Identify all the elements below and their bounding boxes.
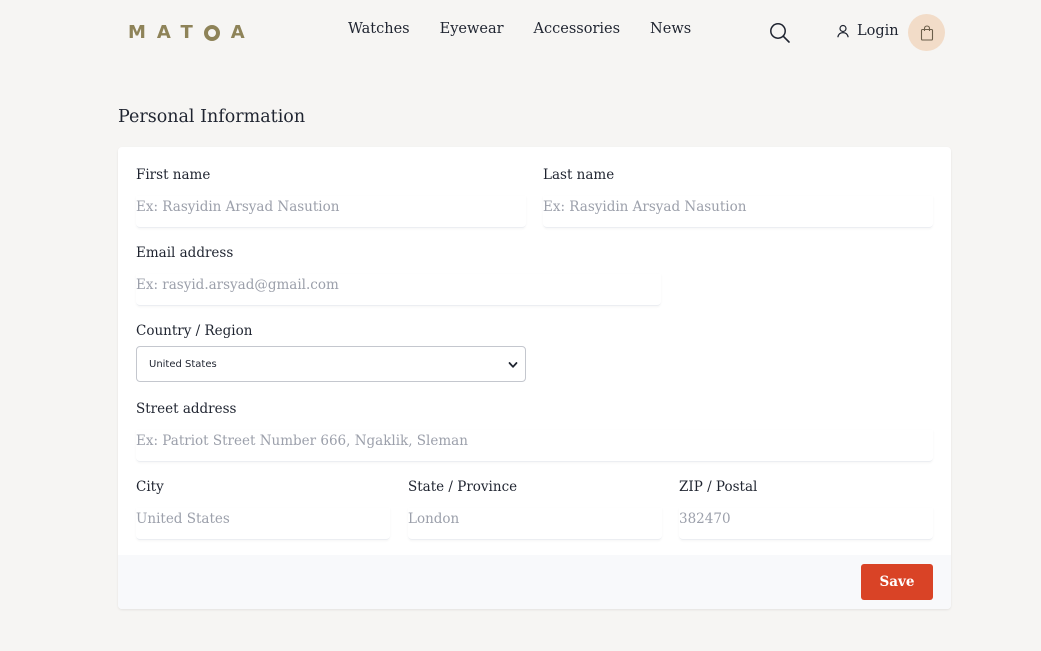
state-field: State / Province bbox=[408, 479, 662, 540]
form-footer: Save bbox=[118, 555, 951, 609]
nav-watches[interactable]: Watches bbox=[348, 21, 410, 37]
main-nav: Watches Eyewear Accessories News bbox=[348, 21, 721, 37]
last-name-input[interactable] bbox=[543, 196, 933, 228]
state-label: State / Province bbox=[408, 479, 518, 495]
user-icon bbox=[837, 24, 849, 38]
login-label: Login bbox=[857, 23, 899, 39]
save-button[interactable]: Save bbox=[861, 564, 933, 600]
country-select[interactable]: United States bbox=[137, 347, 525, 381]
zip-label: ZIP / Postal bbox=[679, 479, 758, 495]
search-button[interactable] bbox=[769, 22, 791, 44]
street-input[interactable] bbox=[136, 430, 933, 462]
last-name-field: Last name bbox=[543, 167, 933, 228]
street-label: Street address bbox=[136, 401, 237, 417]
city-input[interactable] bbox=[136, 508, 390, 540]
cart-button[interactable] bbox=[908, 14, 945, 51]
state-input[interactable] bbox=[408, 508, 662, 540]
email-field: Email address bbox=[136, 245, 661, 306]
logo-o-mark bbox=[203, 24, 220, 41]
first-name-field: First name bbox=[136, 167, 526, 228]
street-field: Street address bbox=[136, 401, 933, 462]
country-select-wrapper: United States bbox=[136, 346, 526, 382]
first-name-label: First name bbox=[136, 167, 211, 183]
first-name-input[interactable] bbox=[136, 196, 526, 228]
search-icon bbox=[770, 23, 790, 43]
nav-accessories[interactable]: Accessories bbox=[534, 21, 621, 37]
zip-input[interactable] bbox=[679, 508, 933, 540]
page-title: Personal Information bbox=[118, 107, 306, 127]
personal-info-form: First name Last name Email address Count… bbox=[118, 147, 951, 609]
email-input[interactable] bbox=[136, 274, 661, 306]
matoa-logo[interactable]: MAT A bbox=[128, 22, 256, 43]
shopping-bag-icon bbox=[920, 24, 933, 41]
nav-eyewear[interactable]: Eyewear bbox=[440, 21, 504, 37]
email-label: Email address bbox=[136, 245, 234, 261]
zip-field: ZIP / Postal bbox=[679, 479, 933, 540]
city-label: City bbox=[136, 479, 164, 495]
site-header: MAT A Watches Eyewear Accessories News Lo… bbox=[0, 0, 1041, 66]
city-field: City bbox=[136, 479, 390, 540]
last-name-label: Last name bbox=[543, 167, 615, 183]
country-field: Country / Region United States bbox=[136, 323, 526, 382]
login-button[interactable]: Login bbox=[836, 23, 899, 39]
nav-news[interactable]: News bbox=[650, 21, 691, 37]
country-label: Country / Region bbox=[136, 323, 253, 339]
